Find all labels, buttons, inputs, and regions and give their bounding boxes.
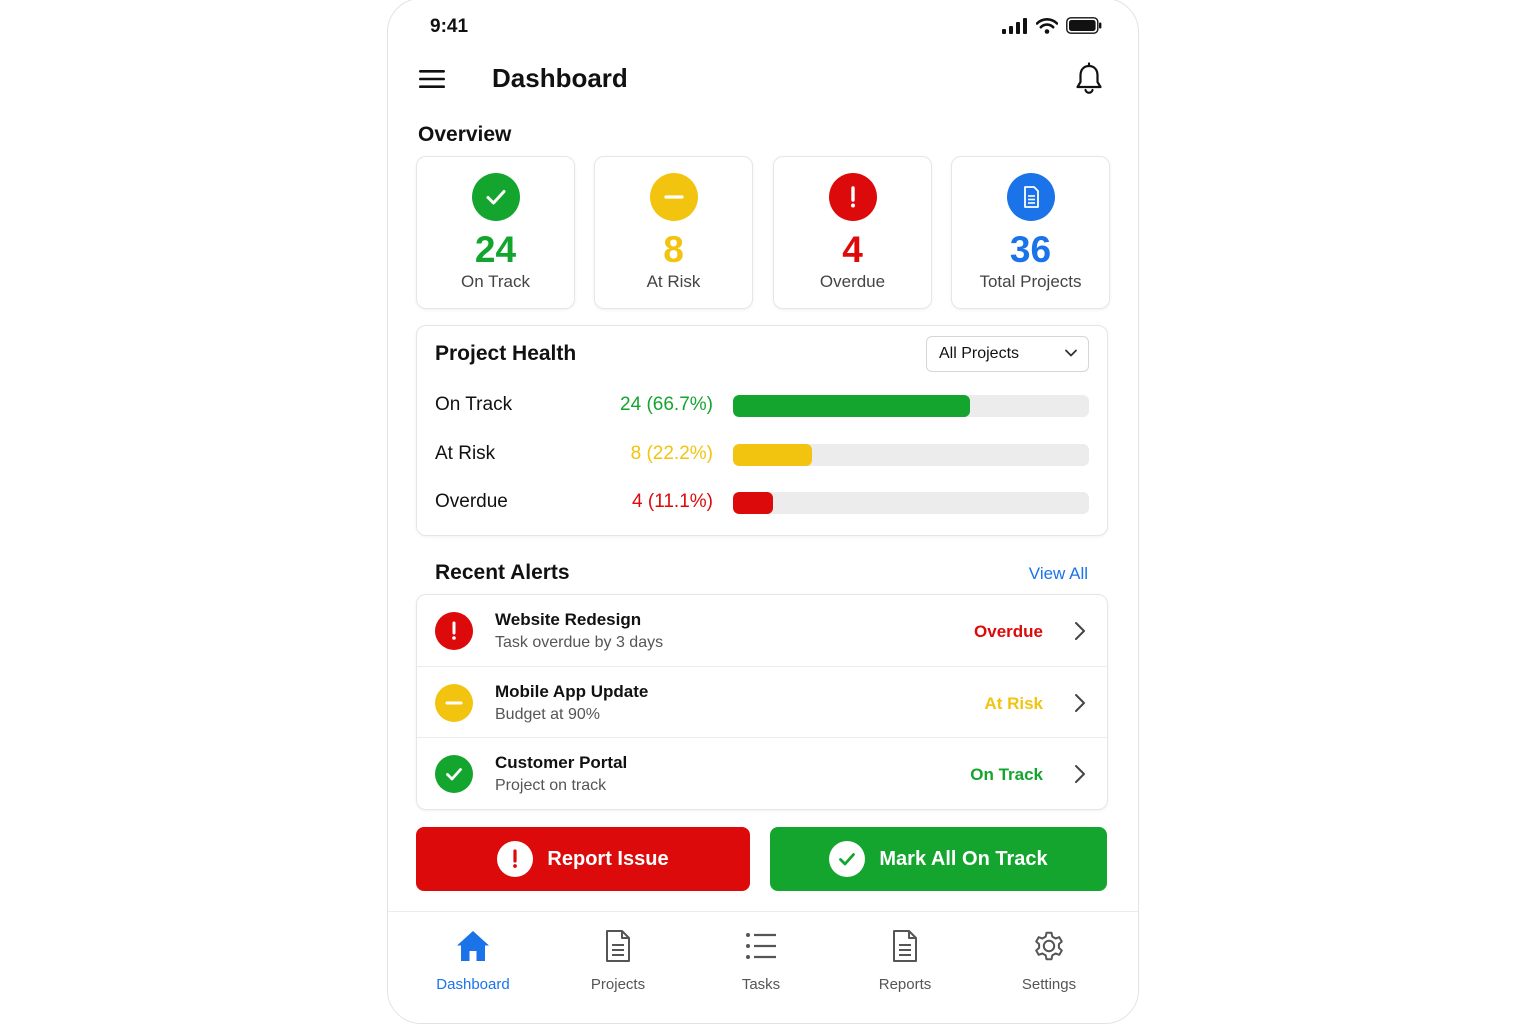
notifications-button[interactable]: [1074, 62, 1104, 96]
exclamation-icon: [497, 841, 534, 877]
chevron-right-icon: [1075, 622, 1085, 640]
stat-card-total-projects[interactable]: 36 Total Projects: [951, 156, 1110, 309]
recent-alerts-title: Recent Alerts: [435, 561, 570, 584]
alert-subtitle: Task overdue by 3 days: [495, 634, 664, 651]
view-all-link[interactable]: View All: [1029, 564, 1088, 584]
health-row-label: Overdue: [435, 491, 508, 512]
page-title: Dashboard: [492, 63, 628, 93]
stat-value: 36: [1009, 229, 1052, 270]
project-health-title: Project Health: [435, 342, 577, 365]
progress-track: [733, 492, 1089, 514]
progress-track: [733, 444, 1089, 466]
progress-fill: [733, 444, 813, 466]
menu-button[interactable]: [418, 67, 446, 91]
minus-icon: [435, 684, 473, 722]
mark-all-on-track-button[interactable]: Mark All On Track: [770, 827, 1107, 891]
health-row-value: 8 (22.2%): [630, 443, 713, 464]
alert-title: Customer Portal: [495, 753, 628, 772]
health-row-value: 4 (11.1%): [632, 491, 713, 512]
home-icon: [413, 928, 533, 964]
health-row-label: On Track: [435, 394, 513, 415]
tab-label: Tasks: [741, 976, 781, 993]
bell-icon: [1076, 62, 1102, 94]
tab-settings[interactable]: Settings: [989, 928, 1109, 993]
status-bar: 9:41: [388, 0, 1138, 55]
health-row-at-risk: At Risk 8 (22.2%): [435, 443, 1091, 467]
project-filter-value: All Projects: [939, 345, 1020, 362]
chevron-down-icon: [1065, 349, 1077, 357]
document-icon: [1006, 173, 1055, 221]
stat-card-on-track[interactable]: 24 On Track: [416, 156, 575, 309]
report-issue-button[interactable]: Report Issue: [416, 827, 750, 891]
stat-value: 4: [842, 229, 863, 270]
overview-title: Overview: [418, 123, 512, 146]
stat-label: Total Projects: [979, 272, 1082, 291]
stat-value: 8: [663, 229, 684, 270]
alert-status: On Track: [970, 765, 1043, 784]
signal-icon: [1002, 17, 1027, 34]
chevron-right-icon: [1075, 765, 1085, 783]
tab-dashboard[interactable]: Dashboard: [413, 928, 533, 993]
gear-icon: [989, 928, 1109, 964]
tab-projects[interactable]: Projects: [558, 928, 678, 993]
project-filter-select[interactable]: All Projects: [926, 336, 1089, 372]
health-row-label: At Risk: [435, 443, 496, 464]
alert-item-mobile-app-update[interactable]: Mobile App Update Budget at 90% At Risk: [417, 666, 1107, 737]
document-icon: [845, 928, 965, 964]
document-icon: [558, 928, 678, 964]
progress-fill: [733, 492, 773, 514]
check-icon: [471, 173, 520, 221]
alerts-list: Website Redesign Task overdue by 3 days …: [416, 594, 1108, 810]
exclamation-icon: [828, 173, 877, 221]
battery-icon: [1066, 17, 1102, 34]
progress-fill: [733, 395, 971, 417]
alert-item-website-redesign[interactable]: Website Redesign Task overdue by 3 days …: [417, 595, 1107, 666]
mark-all-label: Mark All On Track: [879, 847, 1048, 870]
tab-label: Projects: [590, 976, 646, 993]
status-icons: [1002, 17, 1102, 34]
alert-title: Website Redesign: [495, 610, 642, 629]
tab-reports[interactable]: Reports: [845, 928, 965, 993]
check-icon: [435, 755, 473, 793]
tab-label: Dashboard: [436, 976, 510, 993]
alert-title: Mobile App Update: [495, 682, 649, 701]
health-row-on-track: On Track 24 (66.7%): [435, 394, 1091, 418]
app-header: Dashboard: [388, 55, 1138, 105]
stat-card-at-risk[interactable]: 8 At Risk: [594, 156, 753, 309]
health-row-value: 24 (66.7%): [620, 394, 713, 415]
progress-track: [733, 395, 1089, 417]
alert-status: At Risk: [984, 694, 1043, 713]
project-health-card: Project Health All Projects On Track 24 …: [416, 325, 1108, 536]
check-icon: [829, 841, 866, 877]
stat-label: Overdue: [819, 272, 886, 291]
exclamation-icon: [435, 612, 473, 650]
minus-icon: [649, 173, 698, 221]
tab-label: Settings: [1021, 976, 1077, 993]
alert-subtitle: Budget at 90%: [495, 706, 600, 723]
tab-label: Reports: [878, 976, 932, 993]
alert-status: Overdue: [974, 622, 1043, 641]
health-row-overdue: Overdue 4 (11.1%): [435, 491, 1091, 515]
alert-item-customer-portal[interactable]: Customer Portal Project on track On Trac…: [417, 737, 1107, 808]
stat-label: At Risk: [646, 272, 701, 291]
list-icon: [701, 928, 821, 964]
bottom-tab-bar: Dashboard Projects Tasks Reports Setting…: [388, 911, 1138, 1023]
chevron-right-icon: [1075, 694, 1085, 712]
wifi-icon: [1036, 17, 1058, 34]
tab-tasks[interactable]: Tasks: [701, 928, 821, 993]
alert-subtitle: Project on track: [495, 777, 607, 794]
hamburger-icon: [419, 70, 445, 88]
phone-frame: 9:41 Dashboard Overview 24 On Track 8 At…: [387, 0, 1139, 1024]
stat-label: On Track: [461, 272, 530, 291]
status-time: 9:41: [430, 16, 469, 37]
stat-card-overdue[interactable]: 4 Overdue: [773, 156, 932, 309]
stat-value: 24: [474, 229, 517, 270]
report-issue-label: Report Issue: [547, 847, 669, 870]
